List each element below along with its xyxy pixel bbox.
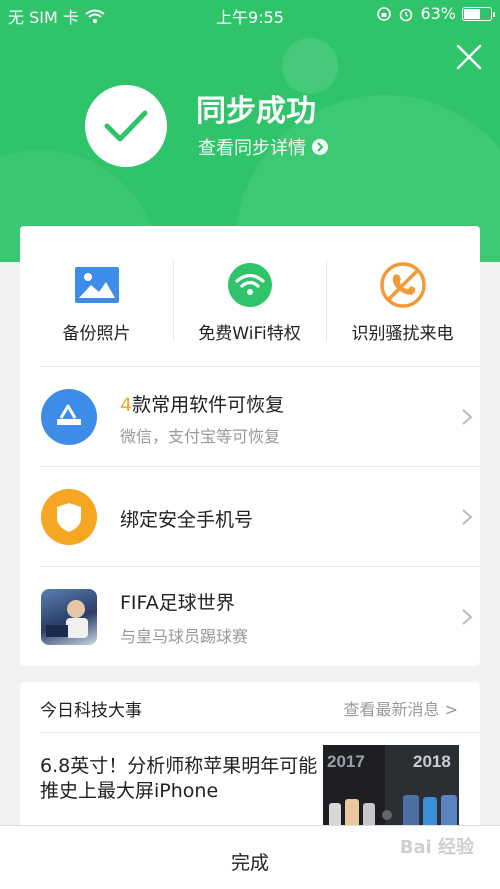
close-icon[interactable] bbox=[452, 40, 486, 74]
quick-spam-call[interactable]: 识别骚扰来电 bbox=[326, 226, 479, 366]
list-item-restore-apps[interactable]: 4款常用软件可恢复 微信，支付宝等可恢复 bbox=[20, 367, 480, 467]
restore-apps-subtitle: 微信，支付宝等可恢复 bbox=[120, 427, 281, 446]
list-item-bind-phone[interactable]: 绑定安全手机号 bbox=[20, 467, 480, 567]
rotation-lock-icon bbox=[377, 6, 392, 21]
quick-backup-photos[interactable]: 备份照片 bbox=[20, 226, 173, 366]
checkmark-icon bbox=[104, 110, 148, 142]
quick-label: 备份照片 bbox=[62, 324, 131, 344]
restore-apps-text: 款常用软件可恢复 bbox=[132, 394, 285, 416]
list-item-fifa[interactable]: FIFA足球世界 与皇马球员踢球赛 bbox=[20, 567, 480, 667]
thumb-year-right: 2018 bbox=[413, 752, 451, 771]
thumb-year-left: 2017 bbox=[327, 752, 365, 771]
battery-percent: 63% bbox=[420, 4, 456, 23]
wifi-icon bbox=[227, 263, 272, 307]
bind-phone-title: 绑定安全手机号 bbox=[120, 509, 254, 531]
news-headline[interactable]: 6.8英寸！分析师称苹果明年可能推史上最大屏iPhone bbox=[40, 754, 320, 804]
chevron-right-icon bbox=[312, 139, 328, 155]
quick-label: 免费WiFi特权 bbox=[198, 324, 301, 344]
alarm-icon bbox=[400, 8, 413, 21]
tech-news-card: 今日科技大事 查看最新消息 > 6.8英寸！分析师称苹果明年可能推史上最大屏iP… bbox=[20, 682, 480, 842]
battery-icon bbox=[462, 6, 495, 21]
chevron-right-icon bbox=[462, 509, 473, 525]
restore-apps-title: 4款常用软件可恢复 bbox=[120, 390, 284, 417]
divider bbox=[40, 732, 480, 733]
news-section-title: 今日科技大事 bbox=[40, 701, 142, 721]
quick-label: 识别骚扰来电 bbox=[351, 324, 454, 344]
photo-icon bbox=[74, 267, 119, 303]
sync-success-header: 无 SIM 卡 上午9:55 63% 同步成功 查看同步详情 bbox=[0, 0, 500, 262]
fifa-title: FIFA足球世界 bbox=[120, 592, 235, 614]
feature-card: 备份照片 免费WiFi特权 识别骚扰来电 4款常用软件可恢复 微信，支付宝等可恢… bbox=[20, 226, 480, 666]
watermark: Bai 经验 bbox=[400, 833, 474, 859]
quick-free-wifi[interactable]: 免费WiFi特权 bbox=[173, 226, 326, 366]
block-call-icon bbox=[379, 262, 426, 308]
page-title: 同步成功 bbox=[196, 94, 316, 129]
restore-apps-count: 4 bbox=[120, 394, 133, 416]
quick-actions: 备份照片 免费WiFi特权 识别骚扰来电 bbox=[20, 226, 480, 366]
sync-details-link[interactable]: 查看同步详情 bbox=[198, 134, 328, 160]
status-bar: 无 SIM 卡 上午9:55 63% bbox=[0, 0, 500, 28]
chevron-right-icon bbox=[462, 609, 473, 625]
view-latest-news-link[interactable]: 查看最新消息 > bbox=[344, 696, 459, 720]
fifa-subtitle: 与皇马球员踢球赛 bbox=[120, 627, 249, 646]
sync-details-label: 查看同步详情 bbox=[198, 138, 306, 159]
success-badge bbox=[85, 85, 167, 167]
restore-apps-icon bbox=[41, 389, 97, 445]
watermark-text: Bai 经验 bbox=[399, 837, 474, 858]
shield-icon bbox=[41, 489, 97, 545]
chevron-right-icon bbox=[462, 409, 473, 425]
fifa-app-icon bbox=[41, 589, 97, 645]
